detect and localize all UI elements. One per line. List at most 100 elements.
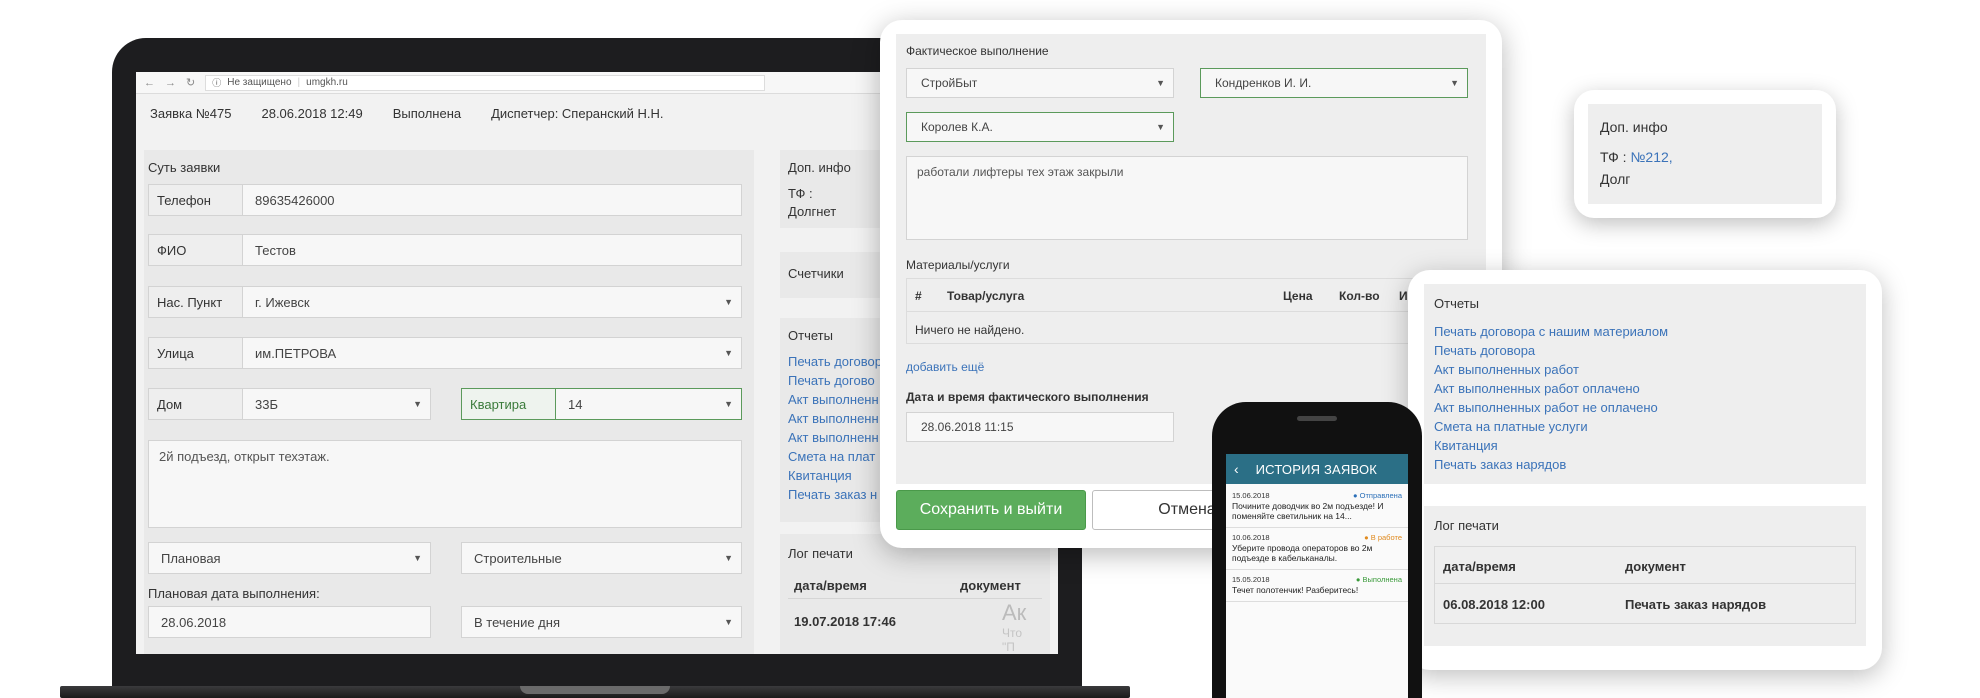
ticket-number: Заявка №475 xyxy=(150,105,232,121)
street-select[interactable]: Улица им.ПЕТРОВА ▼ xyxy=(148,337,742,369)
flat-value-wrap[interactable]: 14 ▼ xyxy=(556,389,741,419)
executor2-value: Королев К.А. xyxy=(921,120,993,134)
log-col-document: документ xyxy=(960,578,1021,593)
report-link[interactable]: Квитанция xyxy=(788,466,889,485)
col-qty[interactable]: Кол-во xyxy=(1339,289,1380,303)
report-link[interactable]: Акт выполненн xyxy=(788,390,889,409)
report-link[interactable]: Акт выполненн xyxy=(788,428,889,447)
counters-title: Счетчики xyxy=(788,266,844,281)
chevron-left-icon[interactable]: ‹ xyxy=(1226,461,1239,477)
phone-value[interactable]: 89635426000 xyxy=(243,185,741,215)
settlement-value-wrap[interactable]: г. Ижевск ▼ xyxy=(243,287,741,317)
phone-screen: ‹ ИСТОРИЯ ЗАЯВОК 15.06.2018 ● Отправлена… xyxy=(1226,454,1408,698)
settlement-value: г. Ижевск xyxy=(255,294,310,310)
add-more-link[interactable]: добавить ещё xyxy=(906,358,984,377)
debt-label: Долгнет xyxy=(788,204,837,219)
report-link[interactable]: Смета на платные услуги xyxy=(1434,417,1668,436)
history-item[interactable]: 10.06.2018 ● В работе Уберите провода оп… xyxy=(1226,530,1408,570)
col-num: # xyxy=(915,289,922,303)
watermark-text: Что xyxy=(1002,626,1023,640)
report-link[interactable]: Смета на плат xyxy=(788,447,889,466)
history-item[interactable]: 15.05.2018 ● Выполнена Течет полотенчик!… xyxy=(1226,572,1408,602)
executor1-select[interactable]: Кондренков И. И. ▼ xyxy=(1200,68,1468,98)
print-log-panel: Лог печати дата/время документ 06.08.201… xyxy=(1424,506,1866,646)
history-status: ● Отправлена xyxy=(1353,491,1402,500)
info-card-tf-row: ТФ : №212, xyxy=(1600,146,1810,168)
contractor-select[interactable]: СтройБыт ▼ xyxy=(906,68,1174,98)
materials-title: Материалы/услуги xyxy=(906,258,1010,272)
report-link[interactable]: Квитанция xyxy=(1434,436,1668,455)
empty-text: Ничего не найдено. xyxy=(915,323,1025,337)
house-label: Дом xyxy=(149,389,243,419)
col-item[interactable]: Товар/услуга xyxy=(947,289,1024,303)
comment-textarea[interactable]: работали лифтеры тех этаж закрыли xyxy=(906,156,1468,240)
caret-down-icon: ▼ xyxy=(724,348,733,358)
divider xyxy=(788,598,1042,599)
divider xyxy=(907,311,1467,312)
actual-datetime-input[interactable]: 28.06.2018 11:15 xyxy=(906,412,1174,442)
house-value: 33Б xyxy=(255,396,278,412)
report-link[interactable]: Акт выполненных работ оплачено xyxy=(1434,379,1668,398)
planned-date-input[interactable]: 28.06.2018 xyxy=(148,606,431,638)
phone-field[interactable]: Телефон 89635426000 xyxy=(148,184,742,216)
report-link[interactable]: Акт выполненн xyxy=(788,409,889,428)
period-select[interactable]: В течение дня ▼ xyxy=(461,606,742,638)
type-value: Плановая xyxy=(161,550,221,566)
report-link[interactable]: Печать договора xyxy=(788,352,889,371)
settlement-label: Нас. Пункт xyxy=(149,287,243,317)
report-link[interactable]: Печать договора с нашим материалом xyxy=(1434,322,1668,341)
history-item[interactable]: 15.06.2018 ● Отправлена Почините доводчи… xyxy=(1226,488,1408,528)
fio-label: ФИО xyxy=(149,235,243,265)
flat-select[interactable]: Квартира 14 ▼ xyxy=(461,388,742,420)
report-link[interactable]: Печать заказ нарядов xyxy=(1434,455,1668,474)
tf-label: ТФ : xyxy=(1600,149,1627,165)
actual-datetime-label: Дата и время фактического выполнения xyxy=(906,390,1149,404)
tf-label: ТФ : xyxy=(788,186,813,201)
info-icon: ⓘ xyxy=(212,78,222,88)
history-status: ● Выполнена xyxy=(1355,575,1402,584)
report-link[interactable]: Печать договора xyxy=(1434,341,1668,360)
category-select[interactable]: Строительные ▼ xyxy=(461,542,742,574)
log-col-datetime: дата/время xyxy=(794,578,867,593)
col-more[interactable]: И xyxy=(1399,289,1408,303)
house-value-wrap[interactable]: 33Б ▼ xyxy=(243,389,430,419)
street-value-wrap[interactable]: им.ПЕТРОВА ▼ xyxy=(243,338,741,368)
planned-date-label: Плановая дата выполнения: xyxy=(148,586,320,601)
report-link[interactable]: Акт выполненных работ xyxy=(1434,360,1668,379)
actual-datetime-value: 28.06.2018 11:15 xyxy=(921,420,1014,434)
phone-header: ‹ ИСТОРИЯ ЗАЯВОК xyxy=(1226,454,1408,484)
report-link[interactable]: Печать догово xyxy=(788,371,889,390)
save-and-exit-button[interactable]: Сохранить и выйти xyxy=(896,490,1086,530)
print-log-table: дата/время документ 06.08.2018 12:00 Печ… xyxy=(1434,546,1856,624)
back-icon[interactable]: ← xyxy=(144,77,155,89)
caret-down-icon: ▼ xyxy=(724,297,733,307)
forward-icon[interactable]: → xyxy=(165,77,176,89)
description-textarea[interactable]: 2й подъезд, открыт техэтаж. xyxy=(148,440,742,528)
caret-down-icon: ▼ xyxy=(724,617,733,627)
print-log-panel: Лог печати дата/время документ 19.07.201… xyxy=(780,534,1050,654)
executor2-select[interactable]: Королев К.А. ▼ xyxy=(906,112,1174,142)
report-link[interactable]: Акт выполненных работ не оплачено xyxy=(1434,398,1668,417)
log-col-document: документ xyxy=(1625,559,1686,574)
report-link[interactable]: Печать заказ н xyxy=(788,485,889,504)
type-select[interactable]: Плановая ▼ xyxy=(148,542,431,574)
settlement-select[interactable]: Нас. Пункт г. Ижевск ▼ xyxy=(148,286,742,318)
materials-table: # Товар/услуга Цена Кол-во И Ничего не н… xyxy=(906,278,1468,344)
reports-card: Отчеты Печать договора с нашим материало… xyxy=(1408,270,1882,670)
fio-field[interactable]: ФИО Тестов xyxy=(148,234,742,266)
modal-title: Фактическое выполнение xyxy=(906,44,1049,58)
tf-link[interactable]: №212, xyxy=(1630,149,1672,165)
street-label: Улица xyxy=(149,338,243,368)
house-select[interactable]: Дом 33Б ▼ xyxy=(148,388,431,420)
info-card: Доп. инфо ТФ : №212, Долг xyxy=(1574,90,1836,218)
ticket-dispatcher: Диспетчер: Сперанский Н.Н. xyxy=(491,105,664,121)
laptop-notch xyxy=(520,686,670,694)
security-label: Не защищено xyxy=(227,77,292,88)
col-price[interactable]: Цена xyxy=(1283,289,1313,303)
log-row-document: Печать заказ нарядов xyxy=(1625,597,1767,612)
caret-down-icon: ▼ xyxy=(1450,78,1459,88)
fio-value[interactable]: Тестов xyxy=(243,235,741,265)
history-text: Течет полотенчик! Разберитесь! xyxy=(1232,585,1359,595)
address-bar[interactable]: ⓘ Не защищено | umgkh.ru xyxy=(205,74,766,91)
reload-icon[interactable]: ↻ xyxy=(186,76,195,89)
